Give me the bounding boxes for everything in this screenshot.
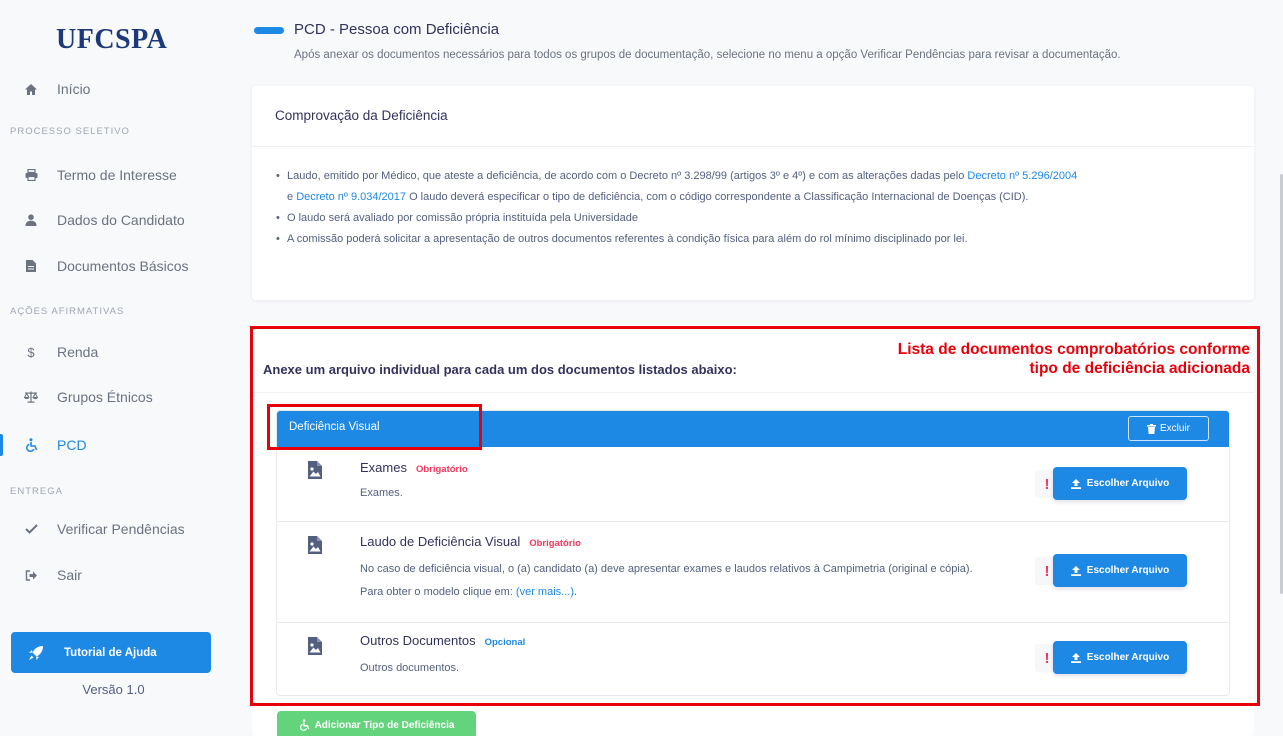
sidebar-item-label: Termo de Interesse [57,167,177,183]
sidebar-item-dados[interactable]: Dados do Candidato [0,205,227,235]
sidebar: UFCSPA Início PROCESSO SELETIVO Termo de… [0,0,227,736]
header-accent [254,27,284,34]
user-icon [21,214,41,226]
annotation-highlight-box [250,326,1260,706]
decree-9034-link[interactable]: Decreto nº 9.034/2017 [296,191,406,203]
annotation-group-highlight [267,404,482,450]
decree-5296-link[interactable]: Decreto nº 5.296/2004 [967,170,1077,182]
sidebar-item-renda[interactable]: $ Renda [0,337,227,367]
sign-out-icon [21,569,41,581]
list-item: O laudo será avaliado por comissão própr… [275,208,1245,229]
dollar-icon: $ [27,344,35,360]
add-disability-type-button[interactable]: Adicionar Tipo de Deficiência [277,711,476,736]
sidebar-item-inicio[interactable]: Início [0,74,227,104]
sidebar-item-verificar[interactable]: Verificar Pendências [0,514,227,544]
sidebar-item-label: Início [57,81,91,97]
rocket-icon [28,645,44,661]
page-subtitle: Após anexar os documentos necessários pa… [294,49,1121,61]
sidebar-item-grupos[interactable]: Grupos Étnicos [0,382,227,412]
sidebar-item-label: Documentos Básicos [57,258,189,274]
divider [252,146,1254,147]
file-icon [21,260,41,272]
home-icon [21,83,41,96]
wheelchair-icon [21,438,41,452]
sidebar-item-label: Dados do Candidato [57,212,185,228]
help-button-label: Tutorial de Ajuda [64,646,157,659]
printer-icon [21,169,41,181]
sidebar-item-sair[interactable]: Sair [0,560,227,590]
wheelchair-icon [299,719,310,731]
sidebar-item-pcd[interactable]: PCD [0,430,227,460]
sidebar-item-termo[interactable]: Termo de Interesse [0,160,227,190]
proof-requirements-list: Laudo, emitido por Médico, que ateste a … [275,166,1245,250]
sidebar-item-label: Verificar Pendências [57,521,185,537]
annotation-text: Lista de documentos comprobatórios confo… [897,341,1250,377]
section-title: PROCESSO SELETIVO [10,126,130,137]
sidebar-item-label: PCD [57,437,87,453]
page-title: PCD - Pessoa com Deficiência [294,21,500,38]
list-item: A comissão poderá solicitar a apresentaç… [275,229,1245,250]
sidebar-item-label: Sair [57,567,82,583]
logo: UFCSPA [56,24,168,55]
proof-card: Comprovação da Deficiência Laudo, emitid… [252,86,1254,300]
section-title: ENTREGA [10,486,63,497]
balance-icon [21,391,41,403]
help-tutorial-button[interactable]: Tutorial de Ajuda [11,632,211,673]
sidebar-item-label: Grupos Étnicos [57,389,153,405]
list-item: Laudo, emitido por Médico, que ateste a … [275,166,1245,208]
check-icon [21,524,41,534]
version-text: Versão 1.0 [82,682,145,697]
sidebar-item-documentos[interactable]: Documentos Básicos [0,251,227,281]
section-title: AÇÕES AFIRMATIVAS [10,306,125,317]
sidebar-item-label: Renda [57,344,99,360]
proof-card-title: Comprovação da Deficiência [275,108,448,123]
